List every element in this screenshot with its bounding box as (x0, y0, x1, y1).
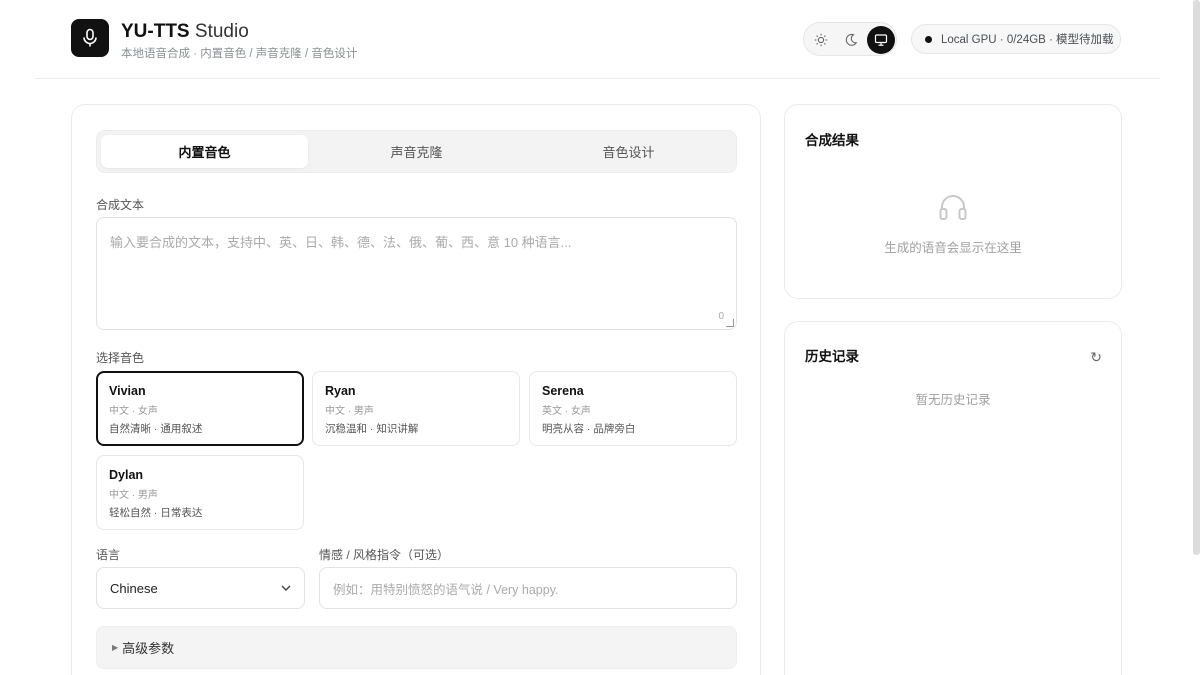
monitor-icon (874, 34, 888, 46)
header-divider (35, 78, 1160, 79)
history-empty-text: 暂无历史记录 (915, 393, 991, 407)
chevron-down-icon (281, 585, 291, 591)
result-panel: 合成结果 生成的语音会显示在这里 (784, 104, 1122, 299)
synthesis-panel: 内置音色 声音克隆 音色设计 合成文本 输入要合成的文本，支持中、英、日、韩、德… (71, 104, 761, 675)
text-input-placeholder: 输入要合成的文本，支持中、英、日、韩、德、法、俄、葡、西、意 10 种语言... (110, 235, 572, 250)
text-input[interactable]: 输入要合成的文本，支持中、英、日、韩、德、法、俄、葡、西、意 10 种语言...… (96, 217, 737, 330)
voice-meta: 中文 · 男声 (109, 490, 158, 501)
refresh-icon[interactable]: ↻ (1090, 349, 1102, 366)
voice-card-ryan[interactable]: Ryan 中文 · 男声 沉稳温和 · 知识讲解 (312, 371, 520, 446)
app-subtitle: 本地语音合成 · 内置音色 / 声音克隆 / 音色设计 (121, 48, 358, 60)
theme-switcher (803, 22, 897, 56)
sun-icon (814, 33, 828, 47)
voice-name: Vivian (109, 384, 146, 398)
app-title: YU-TTS Studio (121, 21, 249, 43)
char-count: 0 (718, 311, 724, 322)
style-label: 情感 / 风格指令（可选） (319, 548, 450, 562)
voice-meta: 中文 · 女声 (109, 406, 158, 417)
voice-label: 选择音色 (96, 351, 145, 365)
page-scrollbar[interactable] (1193, 0, 1200, 555)
language-select[interactable]: Chinese (96, 567, 305, 609)
voice-desc: 轻松自然 · 日常表达 (109, 507, 203, 519)
theme-light-button[interactable] (807, 26, 835, 54)
resize-handle-icon[interactable] (726, 319, 734, 327)
gpu-status-badge: Local GPU · 0/24GB · 模型待加载 (911, 24, 1121, 54)
result-title: 合成结果 (805, 133, 859, 148)
advanced-params-label: 高级参数 (122, 641, 175, 656)
microphone-icon (83, 28, 97, 47)
headphones-icon (939, 195, 967, 220)
language-value: Chinese (110, 580, 158, 596)
advanced-params-toggle[interactable]: ▶ 高级参数 (96, 626, 737, 669)
voice-meta: 英文 · 女声 (542, 406, 591, 417)
caret-right-icon: ▶ (112, 643, 119, 652)
history-title: 历史记录 (805, 349, 859, 364)
voice-card-serena[interactable]: Serena 英文 · 女声 明亮从容 · 品牌旁白 (529, 371, 737, 446)
app-header: YU-TTS Studio 本地语音合成 · 内置音色 / 声音克隆 / 音色设… (0, 0, 1200, 78)
app-logo (71, 19, 109, 57)
voice-card-dylan[interactable]: Dylan 中文 · 男声 轻松自然 · 日常表达 (96, 455, 304, 530)
voice-card-vivian[interactable]: Vivian 中文 · 女声 自然清晰 · 通用叙述 (96, 371, 304, 446)
app-title-light: Studio (194, 21, 249, 42)
gpu-status-text: Local GPU · 0/24GB · 模型待加载 (941, 34, 1114, 46)
voice-name: Dylan (109, 468, 144, 482)
voice-name: Ryan (325, 384, 356, 398)
language-label: 语言 (96, 548, 121, 562)
style-placeholder: 例如：用特别愤怒的语气说 / Very happy. (333, 582, 559, 597)
result-empty-text: 生成的语音会显示在这里 (884, 241, 1022, 255)
history-panel: 历史记录 ↻ 暂无历史记录 (784, 321, 1122, 675)
app-title-bold: YU-TTS (121, 21, 190, 42)
tab-voice-clone[interactable]: 声音克隆 (313, 135, 520, 168)
voice-meta: 中文 · 男声 (325, 406, 374, 417)
style-instruction-input[interactable]: 例如：用特别愤怒的语气说 / Very happy. (319, 567, 737, 609)
voice-desc: 沉稳温和 · 知识讲解 (325, 423, 419, 435)
voice-desc: 明亮从容 · 品牌旁白 (542, 423, 636, 435)
moon-icon (845, 33, 858, 46)
voice-name: Serena (542, 384, 584, 398)
tab-builtin-voice[interactable]: 内置音色 (101, 135, 308, 168)
theme-dark-button[interactable] (837, 26, 865, 54)
theme-system-button[interactable] (867, 26, 895, 54)
tab-voice-design[interactable]: 音色设计 (525, 135, 732, 168)
text-label: 合成文本 (96, 198, 145, 212)
voice-desc: 自然清晰 · 通用叙述 (109, 423, 203, 435)
status-dot-icon (925, 35, 932, 43)
mode-tabs: 内置音色 声音克隆 音色设计 (96, 130, 737, 173)
